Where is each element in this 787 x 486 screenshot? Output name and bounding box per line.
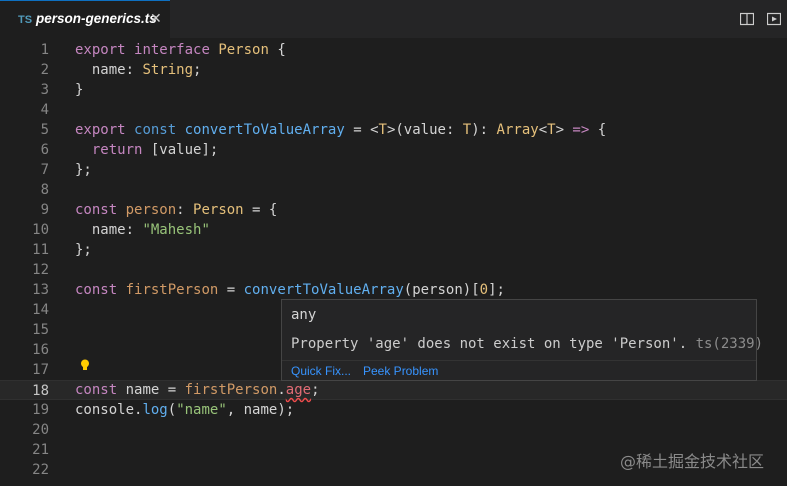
code-line: name: "Mahesh" — [75, 222, 210, 238]
code-line: name: String; — [75, 62, 202, 78]
hover-tooltip: any Property 'age' does not exist on typ… — [281, 299, 763, 383]
line-number: 21 — [32, 442, 49, 458]
code-line: }; — [75, 242, 92, 258]
line-number: 8 — [40, 182, 49, 198]
code-line: export interface Person { — [75, 42, 286, 58]
line-number: 16 — [32, 342, 49, 358]
code-line: console.log("name", name); — [75, 402, 295, 418]
line-number: 4 — [40, 102, 49, 118]
quick-fix-link[interactable]: Quick Fix... — [291, 364, 351, 378]
error-squiggle: age — [285, 382, 312, 398]
open-preview-icon[interactable] — [767, 12, 781, 26]
code-line: }; — [75, 162, 92, 178]
tab-bar: TS person-generics.ts ✕ — [0, 0, 787, 38]
lightbulb-icon[interactable] — [78, 358, 92, 372]
line-number: 22 — [32, 462, 49, 478]
line-number: 12 — [32, 262, 49, 278]
error-code: ts(2339) — [695, 336, 764, 352]
code-line: const person: Person = { — [75, 202, 278, 218]
code-line: const name = firstPerson.age; — [75, 382, 320, 398]
line-number: 14 — [32, 302, 49, 318]
code-editor[interactable]: 1 2 3 4 5 6 7 8 9 10 11 12 13 14 15 16 1… — [0, 38, 787, 486]
code-line: } — [75, 82, 84, 98]
hover-error-message: Property 'age' does not exist on type 'P… — [291, 336, 764, 352]
typescript-badge: TS — [18, 14, 33, 26]
split-editor-icon[interactable] — [740, 12, 754, 26]
line-number: 17 — [32, 362, 49, 378]
code-line: export const convertToValueArray = <T>(v… — [75, 122, 607, 138]
code-line: return [value]; — [91, 142, 219, 158]
tab-person-generics[interactable]: TS person-generics.ts ✕ — [0, 0, 170, 38]
code-line: const firstPerson = convertToValueArray(… — [75, 282, 505, 298]
hover-actions: Quick Fix... Peek Problem — [282, 360, 756, 383]
hover-type: any — [291, 307, 317, 323]
close-icon[interactable]: ✕ — [150, 10, 162, 27]
peek-problem-link[interactable]: Peek Problem — [363, 364, 438, 378]
watermark: @稀土掘金技术社区 — [620, 452, 765, 471]
line-number: 15 — [32, 322, 49, 338]
line-number: 20 — [32, 422, 49, 438]
tab-filename: person-generics.ts — [36, 11, 157, 26]
